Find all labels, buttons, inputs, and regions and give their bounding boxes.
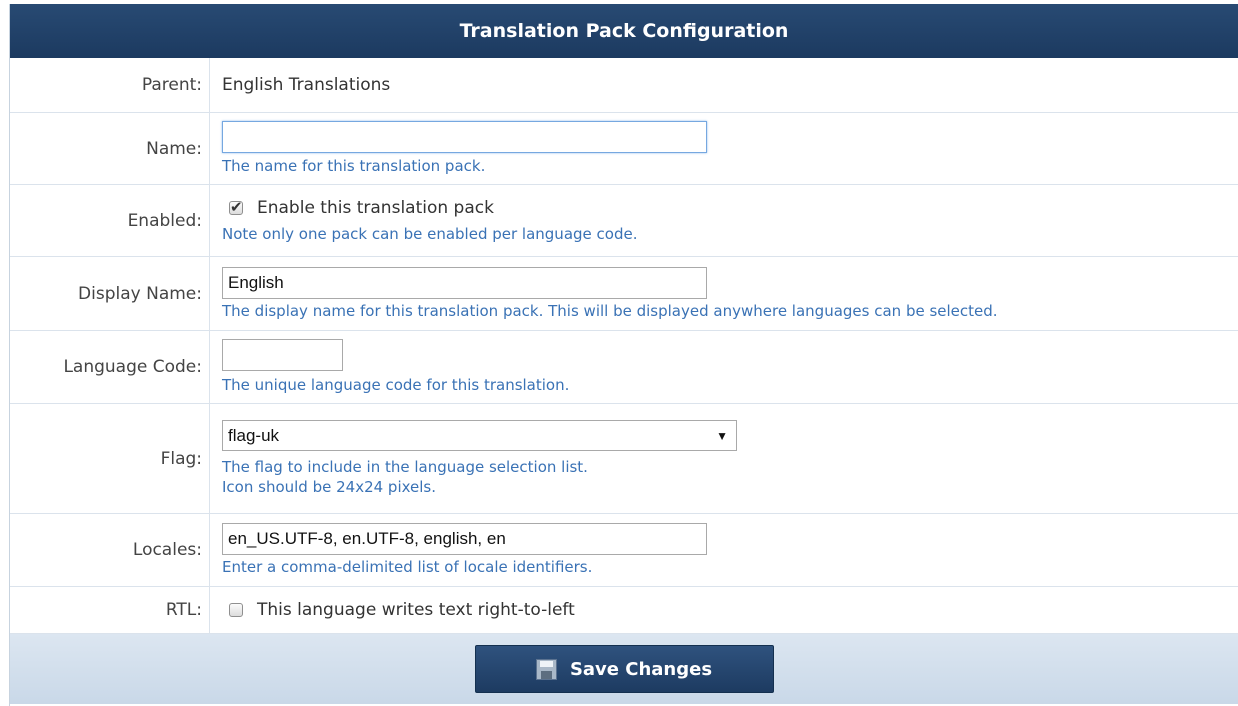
- locales-value-cell: Enter a comma-delimited list of locale i…: [210, 514, 1238, 586]
- display-name-row: Display Name: The display name for this …: [10, 257, 1238, 331]
- rtl-label: RTL:: [10, 587, 210, 633]
- rtl-checkbox-label[interactable]: This language writes text right-to-left: [257, 600, 575, 620]
- enabled-hint: Note only one pack can be enabled per la…: [222, 224, 638, 243]
- locales-row: Locales: Enter a comma-delimited list of…: [10, 514, 1238, 587]
- display-name-value-cell: The display name for this translation pa…: [210, 257, 1238, 330]
- flag-selected-value: flag-uk: [228, 425, 280, 445]
- display-name-input[interactable]: [222, 266, 707, 299]
- parent-row: Parent: English Translations: [10, 58, 1238, 113]
- language-code-hint: The unique language code for this transl…: [222, 376, 570, 394]
- triangle-down-icon: ▼: [716, 428, 728, 443]
- panel-header: Translation Pack Configuration: [10, 4, 1238, 58]
- name-value-cell: The name for this translation pack.: [210, 113, 1238, 184]
- locales-hint: Enter a comma-delimited list of locale i…: [222, 558, 593, 576]
- rtl-checkbox[interactable]: [229, 603, 243, 617]
- name-label: Name:: [10, 113, 210, 184]
- rtl-value-cell: This language writes text right-to-left: [210, 587, 1238, 633]
- name-row: Name: The name for this translation pack…: [10, 113, 1238, 185]
- enabled-checkbox-line: ✔ Enable this translation pack: [222, 198, 1238, 218]
- flag-row: Flag: flag-uk ▼ The flag to include in t…: [10, 404, 1238, 514]
- save-button-label: Save Changes: [569, 658, 713, 680]
- enabled-label: Enabled:: [10, 185, 210, 256]
- flag-hint-line-1: The flag to include in the language sele…: [222, 458, 588, 476]
- checkmark-icon: ✔: [230, 197, 243, 216]
- rtl-checkbox-line: This language writes text right-to-left: [222, 600, 1238, 620]
- language-code-label: Language Code:: [10, 331, 210, 403]
- language-code-value-cell: The unique language code for this transl…: [210, 331, 1238, 403]
- save-changes-button[interactable]: Save Changes: [474, 645, 774, 693]
- language-code-input[interactable]: [222, 339, 343, 371]
- rtl-row: RTL: This language writes text right-to-…: [10, 587, 1238, 634]
- parent-label: Parent:: [10, 58, 210, 112]
- name-hint: The name for this translation pack.: [222, 157, 486, 175]
- panel-title: Translation Pack Configuration: [459, 20, 789, 42]
- parent-value-cell: English Translations: [210, 58, 1238, 112]
- form-footer: Save Changes: [10, 634, 1238, 704]
- flag-hint-line-2: Icon should be 24x24 pixels.: [222, 478, 437, 496]
- floppy-disk-icon: [535, 658, 557, 680]
- parent-value: English Translations: [222, 75, 391, 95]
- flag-select[interactable]: flag-uk ▼: [222, 420, 737, 451]
- locales-label: Locales:: [10, 514, 210, 586]
- display-name-hint: The display name for this translation pa…: [222, 301, 998, 320]
- flag-value-cell: flag-uk ▼ The flag to include in the lan…: [210, 404, 1238, 513]
- display-name-label: Display Name:: [10, 257, 210, 330]
- enabled-row: Enabled: ✔ Enable this translation pack …: [10, 185, 1238, 257]
- flag-label: Flag:: [10, 404, 210, 513]
- language-code-row: Language Code: The unique language code …: [10, 331, 1238, 404]
- enabled-value-cell: ✔ Enable this translation pack Note only…: [210, 185, 1238, 256]
- translation-pack-panel: Translation Pack Configuration Parent: E…: [9, 4, 1238, 706]
- enabled-checkbox-label[interactable]: Enable this translation pack: [257, 198, 494, 218]
- enabled-checkbox[interactable]: ✔: [229, 198, 243, 216]
- locales-input[interactable]: [222, 523, 707, 555]
- name-input[interactable]: [222, 121, 707, 153]
